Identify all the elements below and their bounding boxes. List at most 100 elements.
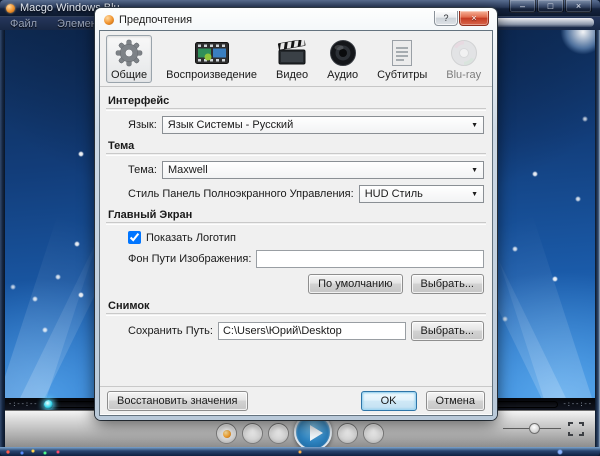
play-icon [310, 425, 323, 441]
section-divider [106, 153, 486, 155]
close-icon: × [471, 13, 476, 23]
chevron-down-icon: ▼ [471, 167, 478, 174]
dialog-close-button[interactable]: × [459, 11, 489, 26]
volume-slider[interactable] [503, 423, 561, 435]
titlebar-glass-shine [486, 18, 594, 27]
dialog-titlebar[interactable]: Предпочтения ? × [99, 12, 493, 30]
fullscreen-icon [568, 422, 584, 436]
tab-label: Blu-ray [446, 69, 481, 81]
previous-button[interactable] [242, 423, 263, 444]
close-icon: × [576, 2, 581, 11]
minimize-icon: – [520, 2, 525, 11]
tab-playback[interactable]: Воспроизведение [161, 35, 262, 83]
fullscreen-button[interactable] [568, 422, 584, 436]
minimize-button[interactable]: – [509, 0, 536, 13]
theme-label: Тема: [128, 164, 157, 176]
maximize-button[interactable]: □ [537, 0, 564, 13]
section-divider [106, 108, 486, 110]
save-path-label: Сохранить Путь: [128, 325, 213, 337]
theme-value: Maxwell [168, 164, 208, 176]
bluray-disc-icon [450, 38, 478, 68]
footer-right-buttons: OK Отмена [361, 391, 485, 411]
rewind-button[interactable] [268, 423, 289, 444]
help-icon: ? [443, 13, 448, 23]
theme-select[interactable]: Maxwell ▼ [162, 161, 484, 179]
preferences-toolbar: Общие [100, 31, 492, 87]
dialog-body: Общие [99, 30, 493, 416]
default-button[interactable]: По умолчанию [308, 274, 402, 294]
eject-icon [223, 430, 231, 438]
transport-controls [216, 416, 384, 451]
film-strip-icon [195, 38, 229, 68]
ok-button[interactable]: OK [361, 391, 417, 411]
dialog-window-buttons: ? × [434, 11, 489, 26]
show-logo-checkbox[interactable] [128, 231, 141, 244]
tab-bluray[interactable]: Blu-ray [441, 35, 486, 83]
save-path-row: Сохранить Путь: Выбрать... [128, 321, 484, 341]
tab-subtitles[interactable]: Субтитры [372, 35, 432, 83]
section-title-interface: Интерфейс [108, 95, 484, 107]
section-divider [106, 222, 486, 224]
window-border-bottom [0, 447, 600, 456]
language-row: Язык: Язык Системы - Русский ▼ [128, 116, 484, 134]
tab-label: Воспроизведение [166, 69, 257, 81]
language-label: Язык: [128, 119, 157, 131]
clapperboard-icon [277, 38, 307, 68]
tab-audio[interactable]: Аудио [322, 35, 363, 83]
section-title-main-screen: Главный Экран [108, 209, 484, 221]
chevron-down-icon: ▼ [471, 191, 478, 198]
forward-button[interactable] [337, 423, 358, 444]
hud-style-row: Стиль Панель Полноэкранного Управления: … [128, 185, 484, 203]
language-value: Язык Системы - Русский [168, 119, 293, 131]
bg-path-label: Фон Пути Изображения: [128, 253, 251, 265]
seek-handle[interactable] [44, 400, 53, 409]
speaker-icon [329, 38, 357, 68]
next-button[interactable] [363, 423, 384, 444]
preferences-content: Интерфейс Язык: Язык Системы - Русский ▼… [100, 87, 492, 341]
dialog-footer: Восстановить значения OK Отмена [100, 386, 492, 415]
hud-style-select[interactable]: HUD Стиль ▼ [359, 185, 484, 203]
section-title-theme: Тема [108, 140, 484, 152]
close-button[interactable]: × [565, 0, 592, 13]
theme-row: Тема: Maxwell ▼ [128, 161, 484, 179]
show-logo-label: Показать Логотип [146, 232, 236, 244]
remaining-time: -:--:-- [562, 400, 592, 408]
tab-label: Видео [276, 69, 308, 81]
bg-path-buttons: По умолчанию Выбрать... [108, 274, 484, 294]
app-icon [6, 4, 15, 13]
cancel-button[interactable]: Отмена [426, 391, 485, 411]
bg-path-input[interactable] [256, 250, 484, 268]
bg-path-row: Фон Пути Изображения: [128, 250, 484, 268]
window-controls: – □ × [508, 0, 592, 13]
window-border-right [595, 30, 600, 447]
dialog-app-icon [104, 15, 114, 25]
tab-label: Аудио [327, 69, 358, 81]
section-title-snapshot: Снимок [108, 300, 484, 312]
tab-video[interactable]: Видео [271, 35, 313, 83]
window-border-left [0, 30, 5, 447]
elapsed-time: -:--:-- [8, 400, 38, 408]
tab-general[interactable]: Общие [106, 35, 152, 83]
language-select[interactable]: Язык Системы - Русский ▼ [162, 116, 484, 134]
tab-label: Общие [111, 69, 147, 81]
save-path-input[interactable] [218, 322, 406, 340]
gear-icon [115, 38, 143, 68]
hud-style-value: HUD Стиль [365, 188, 423, 200]
restore-defaults-button[interactable]: Восстановить значения [107, 391, 248, 411]
hud-style-label: Стиль Панель Полноэкранного Управления: [128, 188, 354, 200]
tab-label: Субтитры [377, 69, 427, 81]
subtitles-doc-icon [392, 38, 412, 68]
chevron-down-icon: ▼ [471, 122, 478, 129]
desktop: Macgo Windows Blu – □ × Файл Элементы уп… [0, 0, 600, 456]
show-logo-row: Показать Логотип [128, 231, 484, 244]
dialog-help-button[interactable]: ? [434, 11, 458, 26]
eject-button[interactable] [216, 423, 237, 444]
volume-handle[interactable] [529, 423, 540, 434]
menu-file[interactable]: Файл [0, 18, 47, 30]
dialog-title: Предпочтения [119, 14, 192, 26]
choose-save-path-button[interactable]: Выбрать... [411, 321, 484, 341]
preferences-dialog: Предпочтения ? × [95, 8, 497, 420]
choose-bg-button[interactable]: Выбрать... [411, 274, 484, 294]
section-divider [106, 313, 486, 315]
maximize-icon: □ [548, 2, 553, 11]
